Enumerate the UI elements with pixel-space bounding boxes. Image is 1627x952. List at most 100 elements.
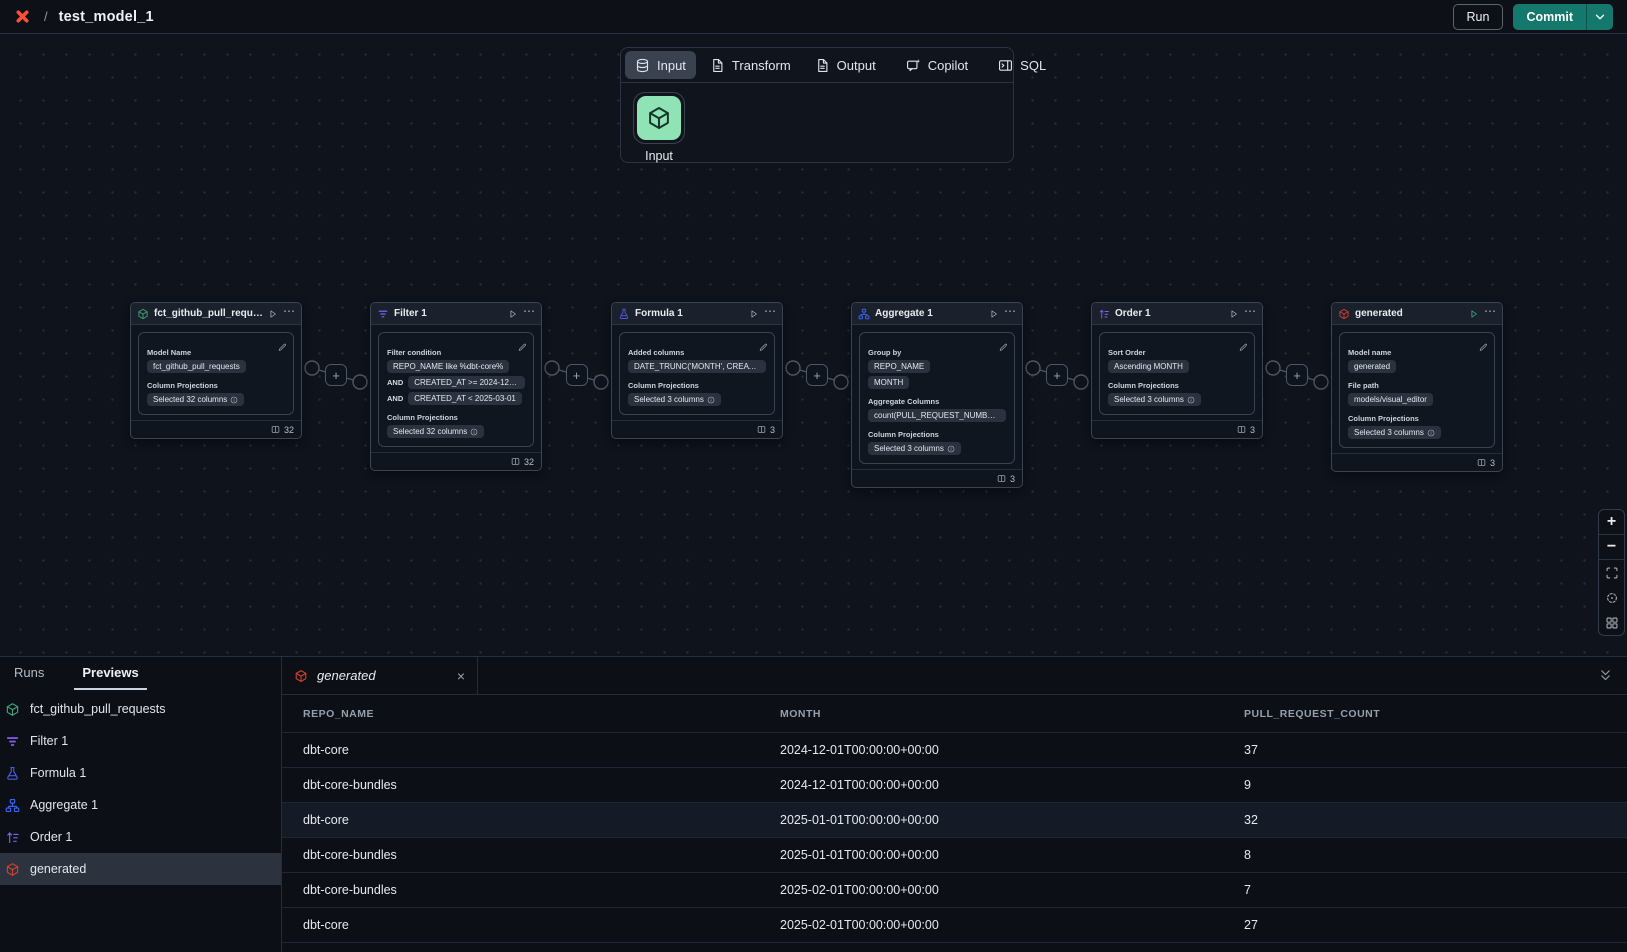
node-fct_github_pull_requests[interactable]: fct_github_pull_requests⋯Model Namefct_g…	[130, 302, 302, 439]
edge-source-port[interactable]	[786, 361, 800, 375]
node-menu-button[interactable]: ⋯	[523, 305, 535, 322]
dbt-logo-icon[interactable]	[14, 8, 31, 25]
palette-tile[interactable]	[637, 96, 681, 140]
preview-list-label: Order 1	[30, 830, 72, 844]
node-menu-button[interactable]: ⋯	[1484, 305, 1496, 322]
commit-dropdown-button[interactable]	[1586, 4, 1613, 30]
close-icon[interactable]: ×	[457, 669, 465, 683]
node-menu-button[interactable]: ⋯	[764, 305, 776, 322]
node-menu-button[interactable]: ⋯	[1244, 305, 1256, 322]
node-run-button[interactable]	[749, 309, 759, 319]
edge-source-port[interactable]	[1026, 361, 1040, 375]
preview-list-item-filter-1[interactable]: Filter 1	[0, 725, 281, 757]
edge-target-port[interactable]	[353, 375, 367, 389]
pill-row: Selected 3 columns	[868, 442, 1006, 455]
table-row[interactable]: dbt-core2024-12-01T00:00:00+00:0037	[282, 732, 1627, 767]
node-menu-button[interactable]: ⋯	[283, 305, 295, 322]
edit-pencil-icon[interactable]	[759, 339, 768, 357]
aggregate-icon	[858, 308, 870, 320]
node-header: generated⋯	[1332, 303, 1502, 325]
palette-tab-output[interactable]: Output	[805, 51, 886, 79]
add-node-button[interactable]: +	[1286, 364, 1308, 386]
palette-tab-transform[interactable]: Transform	[700, 51, 801, 79]
table-cell: 2024-12-01T00:00:00+00:00	[780, 778, 1244, 792]
table-row[interactable]: dbt-core-bundles2025-01-01T00:00:00+00:0…	[282, 837, 1627, 872]
cube-icon	[1338, 308, 1350, 320]
section-label: Group by	[868, 348, 1006, 357]
node-generated[interactable]: generated⋯Model namegeneratedFile pathmo…	[1331, 302, 1503, 472]
node-menu-button[interactable]: ⋯	[1004, 305, 1016, 322]
table-row[interactable]: dbt-core2025-01-01T00:00:00+00:0032	[282, 802, 1627, 837]
info-icon	[470, 428, 478, 436]
table-cell: dbt-core	[303, 743, 780, 757]
minimap-button[interactable]	[1599, 610, 1624, 635]
table-row[interactable]: dbt-core-bundles2024-12-01T00:00:00+00:0…	[282, 767, 1627, 802]
canvas[interactable]: +++++ fct_github_pull_requests⋯Model Nam…	[0, 34, 1627, 656]
edit-pencil-icon[interactable]	[518, 339, 527, 357]
collapse-panel-button[interactable]	[1598, 657, 1627, 694]
table-cell: dbt-core	[303, 813, 780, 827]
fit-view-button[interactable]	[1599, 560, 1624, 585]
palette-tab-copilot[interactable]: Copilot	[896, 51, 978, 79]
palette-tab-input[interactable]: Input	[625, 51, 696, 79]
add-node-button[interactable]: +	[806, 364, 828, 386]
edit-pencil-icon[interactable]	[1479, 339, 1488, 357]
pill-row: MONTH	[868, 376, 1006, 389]
add-node-button[interactable]: +	[325, 364, 347, 386]
edge-target-port[interactable]	[834, 375, 848, 389]
value-pill: Selected 32 columns	[147, 393, 244, 406]
breadcrumb-separator: /	[44, 9, 48, 24]
node-section: Filter conditionREPO_NAME like %dbt-core…	[387, 348, 525, 405]
node-run-button[interactable]	[1229, 309, 1239, 319]
edge-source-port[interactable]	[1266, 361, 1280, 375]
value-pill: fct_github_pull_requests	[147, 360, 246, 373]
table-row[interactable]: dbt-core-bundles2025-02-01T00:00:00+00:0…	[282, 872, 1627, 907]
preview-list-item-aggregate-1[interactable]: Aggregate 1	[0, 789, 281, 821]
column-count: 32	[284, 425, 294, 435]
edge-target-port[interactable]	[1074, 375, 1088, 389]
commit-button[interactable]: Commit	[1513, 4, 1586, 30]
value-pill: REPO_NAME	[868, 360, 930, 373]
node-run-button[interactable]	[1469, 309, 1479, 319]
node-run-button[interactable]	[989, 309, 999, 319]
palette-tab-sql[interactable]: SQL	[988, 51, 1056, 79]
node-order_1[interactable]: Order 1⋯Sort OrderAscending MONTHColumn …	[1091, 302, 1263, 439]
edge-target-port[interactable]	[1314, 375, 1328, 389]
edge-source-port[interactable]	[545, 361, 559, 375]
palette-item-input[interactable]: Input	[633, 92, 685, 152]
zoom-in-button[interactable]: +	[1599, 510, 1624, 535]
preview-list-label: Filter 1	[30, 734, 68, 748]
table-row[interactable]: dbt-core2025-02-01T00:00:00+00:0027	[282, 907, 1627, 942]
edit-pencil-icon[interactable]	[1239, 339, 1248, 357]
edit-pencil-icon[interactable]	[999, 339, 1008, 357]
zoom-out-button[interactable]: −	[1599, 535, 1624, 560]
run-button[interactable]: Run	[1453, 4, 1504, 30]
preview-list-item-generated[interactable]: generated	[0, 853, 281, 885]
preview-list-item-order-1[interactable]: Order 1	[0, 821, 281, 853]
edge-source-port[interactable]	[305, 361, 319, 375]
section-label: Column Projections	[628, 381, 766, 390]
file-icon	[815, 58, 830, 73]
preview-tab-generated[interactable]: generated ×	[282, 657, 478, 694]
preview-list-item-formula-1[interactable]: Formula 1	[0, 757, 281, 789]
edit-pencil-icon[interactable]	[278, 339, 287, 357]
edge-target-port[interactable]	[594, 375, 608, 389]
value-pill: Ascending MONTH	[1108, 360, 1189, 373]
palette-tab-label: Output	[837, 58, 876, 73]
locate-button[interactable]	[1599, 585, 1624, 610]
preview-list-label: generated	[30, 862, 86, 876]
node-footer: 3	[1092, 420, 1262, 438]
node-palette: InputTransformOutputCopilotSQL Input	[620, 47, 1014, 163]
add-node-button[interactable]: +	[1046, 364, 1068, 386]
node-filter_1[interactable]: Filter 1⋯Filter conditionREPO_NAME like …	[370, 302, 542, 471]
preview-list-item-fct_github_pull_requests[interactable]: fct_github_pull_requests	[0, 693, 281, 725]
node-aggregate_1[interactable]: Aggregate 1⋯Group byREPO_NAMEMONTHAggreg…	[851, 302, 1023, 488]
add-node-button[interactable]: +	[566, 364, 588, 386]
pill-row: ANDCREATED_AT < 2025-03-01	[387, 392, 525, 405]
topbar: / test_model_1 Run Commit	[0, 0, 1627, 34]
tab-runs[interactable]: Runs	[6, 657, 52, 690]
tab-previews[interactable]: Previews	[74, 657, 146, 690]
node-formula_1[interactable]: Formula 1⋯Added columnsDATE_TRUNC('MONTH…	[611, 302, 783, 439]
node-run-button[interactable]	[508, 309, 518, 319]
node-run-button[interactable]	[268, 309, 278, 319]
